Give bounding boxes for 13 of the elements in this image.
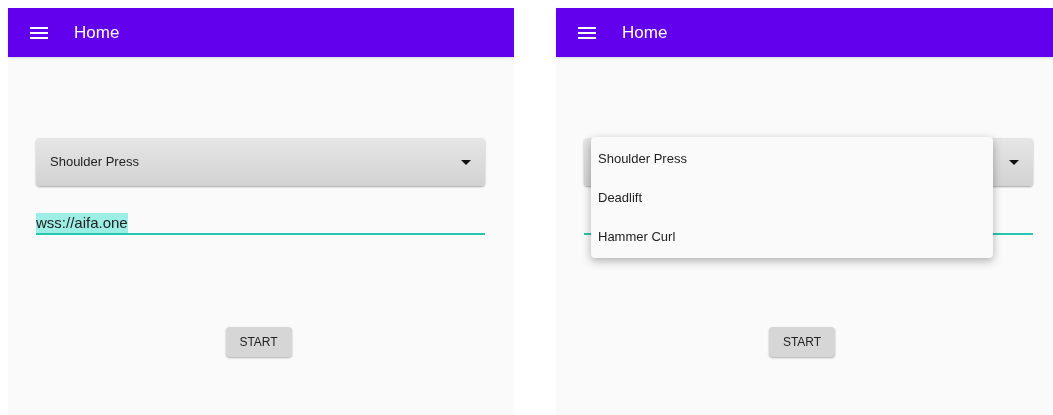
- caret-icon: [461, 159, 471, 165]
- dropdown-item[interactable]: Deadlift: [591, 178, 993, 217]
- app-title: Home: [622, 21, 668, 44]
- dropdown-item[interactable]: Hammer Curl: [591, 217, 993, 256]
- app-title: Home: [74, 21, 120, 44]
- exercise-spinner[interactable]: Shoulder Press: [36, 138, 485, 186]
- caret-icon: [1009, 159, 1019, 165]
- start-button[interactable]: START: [225, 327, 292, 357]
- menu-icon[interactable]: [30, 26, 48, 39]
- dropdown-item[interactable]: Shoulder Press: [591, 139, 993, 178]
- url-field[interactable]: wss://aifa.one: [36, 212, 485, 235]
- start-button[interactable]: START: [769, 327, 835, 357]
- menu-icon[interactable]: [578, 26, 596, 39]
